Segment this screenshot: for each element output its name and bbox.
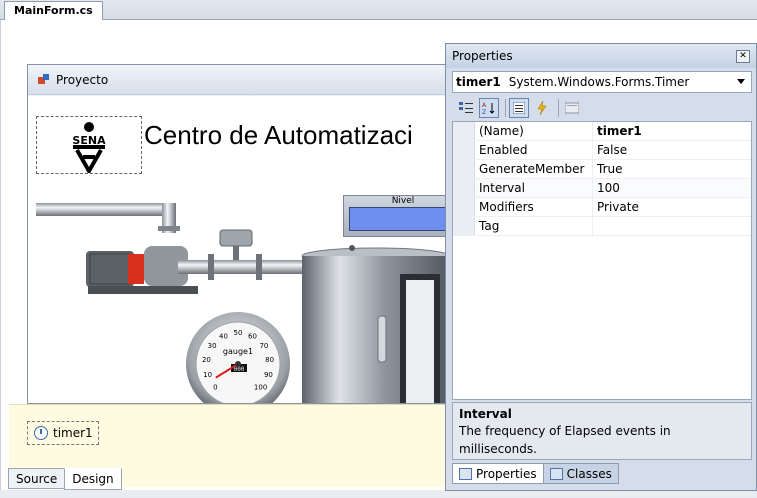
pipe-flange: [158, 226, 180, 231]
selected-object-name: timer1: [456, 75, 501, 89]
gauge-tick-label: 40: [219, 333, 228, 341]
selected-object-type: System.Windows.Forms.Timer: [508, 75, 690, 89]
tab-classes[interactable]: Classes: [542, 463, 619, 484]
svg-text:A: A: [482, 102, 487, 109]
document-tab-mainform[interactable]: MainForm.cs: [4, 1, 103, 20]
tank-sightglass: [406, 280, 434, 403]
valve-actuator: [219, 229, 253, 247]
property-name: Modifiers: [475, 198, 593, 216]
gauge-readout: 000: [234, 366, 245, 373]
sena-logo-box[interactable]: SENA: [36, 116, 142, 176]
tab-label: Properties: [476, 466, 537, 481]
description-text: The frequency of Elapsed events in milli…: [459, 424, 671, 456]
property-name: Enabled: [475, 141, 593, 159]
property-row[interactable]: GenerateMember True: [453, 160, 751, 179]
tank-bolt: [349, 245, 355, 251]
property-value[interactable]: Private: [593, 198, 751, 216]
top-pipe: [36, 203, 176, 216]
form-heading: Centro de Automatizaci: [144, 120, 413, 150]
toolbar-separator: [558, 99, 559, 117]
property-row[interactable]: Tag: [453, 217, 751, 236]
gauge-tick-label: 20: [202, 356, 211, 364]
properties-icon[interactable]: [509, 98, 529, 118]
valve-flange-right: [256, 254, 262, 280]
level-display-screen: [349, 207, 456, 231]
level-display-label: Nivel: [391, 196, 415, 206]
valve-stem: [233, 246, 239, 260]
property-row[interactable]: Modifiers Private: [453, 198, 751, 217]
property-name: Interval: [475, 179, 593, 197]
property-value[interactable]: timer1: [593, 122, 751, 140]
object-selector[interactable]: timer1 System.Windows.Forms.Timer: [452, 71, 752, 93]
tray-item-label: timer1: [53, 426, 93, 440]
property-value[interactable]: 100: [593, 179, 751, 197]
property-description: Interval The frequency of Elapsed events…: [452, 402, 752, 460]
clock-icon: [34, 426, 48, 440]
chevron-down-icon[interactable]: [737, 79, 745, 84]
gauge-tick-label: 50: [234, 329, 243, 337]
properties-panel: Properties ✕ timer1 System.Windows.Forms…: [445, 43, 757, 491]
sena-logo: SENA: [72, 122, 106, 176]
property-row[interactable]: (Name) timer1: [453, 122, 751, 141]
tab-label: Classes: [566, 466, 612, 481]
close-icon[interactable]: ✕: [736, 50, 750, 63]
document-tab-strip: MainForm.cs: [0, 0, 757, 20]
property-value[interactable]: [593, 217, 751, 235]
motor-body: [86, 251, 134, 287]
gauge-label: gauge1: [223, 347, 253, 356]
property-row[interactable]: Enabled False: [453, 141, 751, 160]
tray-item-timer1[interactable]: timer1: [27, 421, 99, 445]
tab-properties[interactable]: Properties: [452, 463, 544, 484]
gauge-hub: [235, 361, 241, 367]
property-row[interactable]: Interval 100: [453, 179, 751, 198]
properties-tabs: Properties Classes: [452, 463, 619, 485]
property-name: Tag: [475, 217, 593, 235]
alphabetical-icon[interactable]: AZ: [479, 98, 499, 118]
categorized-icon[interactable]: [456, 98, 476, 118]
view-tabs: Source Design: [8, 468, 122, 490]
toolbar-separator: [505, 99, 506, 117]
level-display[interactable]: Nivel: [343, 195, 456, 237]
tab-source[interactable]: Source: [8, 468, 66, 489]
gauge-tick-label: 30: [208, 342, 217, 350]
properties-titlebar: Properties ✕: [446, 44, 756, 68]
tank-handle: [377, 315, 387, 363]
properties-tab-icon: [459, 467, 472, 480]
valve-flange-left: [208, 254, 214, 280]
gauge-tick-label: 0: [213, 384, 217, 392]
tab-design[interactable]: Design: [64, 468, 122, 490]
gauge-tick-label: 90: [264, 371, 273, 379]
gauge-tick-label: 100: [254, 384, 267, 392]
events-icon[interactable]: [532, 98, 552, 118]
pump-base: [88, 286, 198, 294]
gauge-tick-label: 80: [265, 356, 274, 364]
gauge-tick-label: 70: [259, 342, 268, 350]
svg-text:Z: Z: [482, 109, 486, 115]
gauge-tick-label: 10: [203, 371, 212, 379]
properties-toolbar: AZ: [452, 96, 752, 120]
discharge-pipe: [178, 260, 308, 274]
gauge-tick-label: 60: [248, 333, 257, 341]
form-window[interactable]: Proyecto 0 10 20 30 40 50 60 70 80 90 10…: [27, 64, 457, 404]
property-value[interactable]: True: [593, 160, 751, 178]
property-name: (Name): [475, 122, 593, 140]
classes-tab-icon: [549, 467, 563, 480]
property-pages-icon[interactable]: [562, 98, 582, 118]
form-title: Proyecto: [56, 72, 109, 87]
form-client-area: 0 10 20 30 40 50 60 70 80 90 100 gauge1 000 SENA C…: [28, 96, 456, 403]
property-value[interactable]: False: [593, 141, 751, 159]
form-titlebar: Proyecto: [28, 65, 456, 95]
form-icon: [38, 73, 50, 86]
description-title: Interval: [459, 407, 512, 421]
property-name: GenerateMember: [475, 160, 593, 178]
property-grid: (Name) timer1 Enabled False GenerateMemb…: [452, 121, 752, 400]
pump-coupling: [128, 254, 144, 284]
properties-title: Properties: [452, 49, 513, 63]
